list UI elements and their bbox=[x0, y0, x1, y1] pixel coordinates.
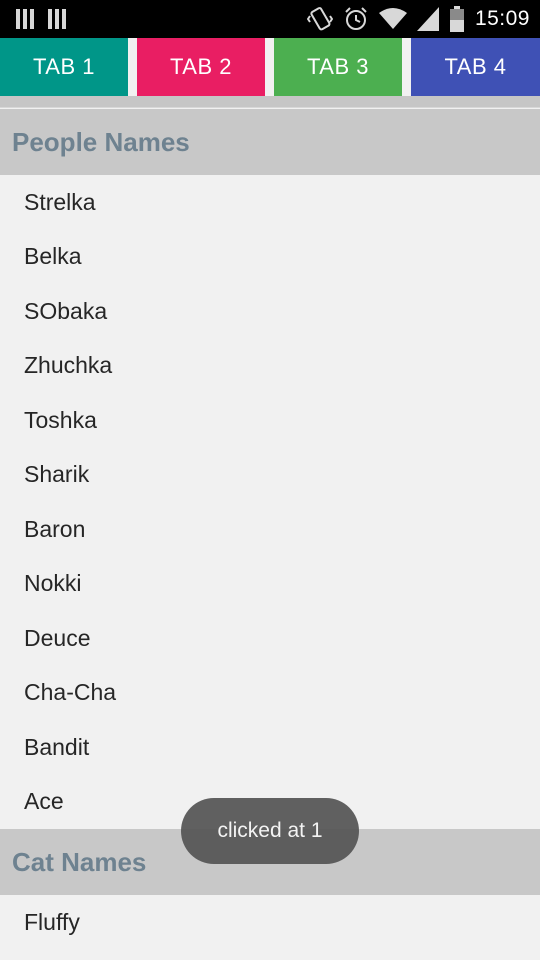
toast-message: clicked at 1 bbox=[181, 798, 359, 864]
tab-4[interactable]: TAB 4 bbox=[411, 38, 540, 96]
list-item[interactable]: Cha-Cha bbox=[0, 666, 540, 721]
list-item[interactable]: SObaka bbox=[0, 284, 540, 339]
list-item[interactable]: Strelka bbox=[0, 175, 540, 230]
list-item[interactable]: Nokki bbox=[0, 557, 540, 612]
tab-bar: TAB 1 TAB 2 TAB 3 TAB 4 bbox=[0, 38, 540, 96]
wifi-icon bbox=[378, 8, 407, 29]
status-bar: 15:09 bbox=[0, 0, 540, 38]
tab-3[interactable]: TAB 3 bbox=[274, 38, 402, 96]
signal-icon bbox=[416, 7, 439, 31]
list-item[interactable]: Zhuchka bbox=[0, 339, 540, 394]
section-header-people: People Names bbox=[0, 109, 540, 175]
tab-1[interactable]: TAB 1 bbox=[0, 38, 128, 96]
notification-bars-icon bbox=[16, 9, 34, 29]
list-item[interactable]: Deuce bbox=[0, 611, 540, 666]
alarm-icon bbox=[345, 7, 367, 30]
tab-divider bbox=[0, 96, 540, 108]
list-item[interactable]: Baron bbox=[0, 502, 540, 557]
vibrate-icon bbox=[306, 7, 333, 31]
clock: 15:09 bbox=[474, 7, 530, 30]
list-item[interactable]: Belka bbox=[0, 230, 540, 285]
notification-bars-icon bbox=[48, 9, 66, 29]
status-left bbox=[16, 9, 80, 29]
battery-icon bbox=[449, 6, 464, 32]
list-item[interactable]: Fluffy bbox=[0, 895, 540, 950]
tab-2[interactable]: TAB 2 bbox=[137, 38, 265, 96]
list-item[interactable]: Sharik bbox=[0, 448, 540, 503]
list-item[interactable]: Toshka bbox=[0, 393, 540, 448]
cat-list: Fluffy bbox=[0, 895, 540, 950]
people-list: Strelka Belka SObaka Zhuchka Toshka Shar… bbox=[0, 175, 540, 829]
status-right: 15:09 bbox=[297, 6, 530, 32]
list-item[interactable]: Bandit bbox=[0, 720, 540, 775]
screen: 15:09 TAB 1 TAB 2 TAB 3 TAB 4 People Nam… bbox=[0, 0, 540, 960]
